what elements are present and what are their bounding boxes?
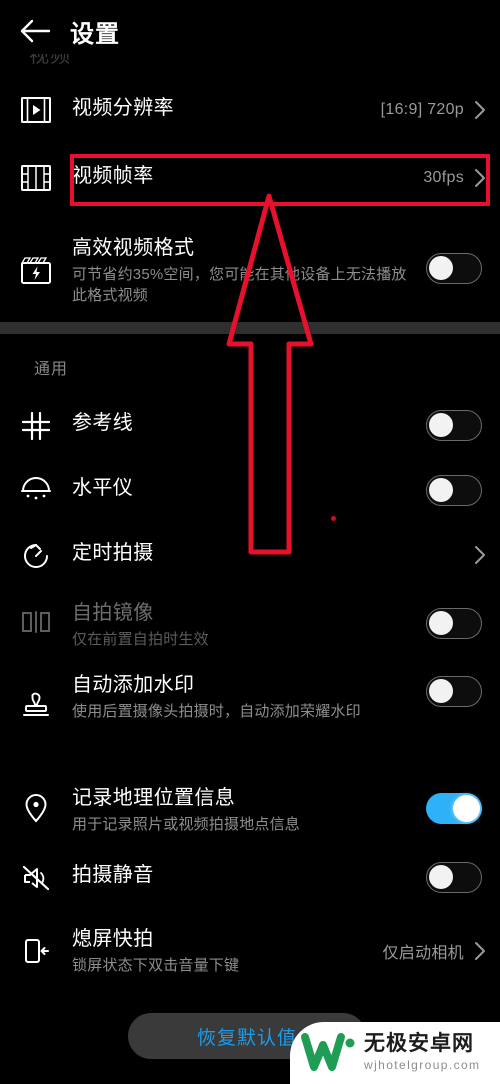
row-value: 30fps <box>423 169 464 186</box>
toggle-level-meter[interactable] <box>426 475 482 506</box>
row-subtitle: 可节省约35%空间，您可能在其他设备上无法播放此格式视频 <box>72 266 407 304</box>
row-right[interactable] <box>426 410 500 441</box>
stamp-icon <box>0 672 72 720</box>
row-record-geolocation[interactable]: 记录地理位置信息 用于记录照片或视频拍摄地点信息 <box>0 785 500 835</box>
row-body: 自拍镜像 仅在前置自拍时生效 <box>72 600 426 650</box>
back-arrow-icon <box>18 16 52 46</box>
row-level-meter[interactable]: 水平仪 <box>0 475 500 506</box>
grid-lines-icon <box>0 410 72 440</box>
watermark-domain: wjhotelgroup.com <box>364 1058 481 1072</box>
camera-settings-screen: 设置 视频 视频分辨率 [16:9] 720p 视频帧率 30fps 高效视频格… <box>0 0 500 1084</box>
watermark-text: 无极安卓网 wjhotelgroup.com <box>364 1032 500 1074</box>
page-title: 设置 <box>70 20 120 48</box>
toggle-guidelines[interactable] <box>426 410 482 441</box>
row-title: 自拍镜像 <box>72 602 154 624</box>
row-body: 高效视频格式 可节省约35%空间，您可能在其他设备上无法播放此格式视频 <box>72 235 426 306</box>
section-divider <box>0 322 500 334</box>
chevron-right-icon <box>474 941 486 961</box>
film-grid-icon <box>0 163 72 191</box>
watermark-brand: 无极安卓网 <box>364 1032 474 1055</box>
row-body: 熄屏快拍 锁屏状态下双击音量下键 <box>72 926 382 976</box>
annotation-dot <box>331 516 336 521</box>
section-label-video-clipped: 视频 <box>29 54 71 67</box>
row-body: 定时拍摄 <box>72 540 464 566</box>
row-body: 自动添加水印 使用后置摄像头拍摄时，自动添加荣耀水印 <box>72 672 426 722</box>
row-subtitle: 使用后置摄像头拍摄时，自动添加荣耀水印 <box>72 703 361 720</box>
row-body: 拍摄静音 <box>72 862 426 888</box>
row-title: 水平仪 <box>72 477 134 499</box>
app-bar: 设置 <box>0 0 500 62</box>
row-selfie-mirror[interactable]: 自拍镜像 仅在前置自拍时生效 <box>0 600 500 650</box>
row-subtitle: 锁屏状态下双击音量下键 <box>72 957 240 974</box>
row-body: 水平仪 <box>72 475 426 501</box>
row-right[interactable]: 仅启动相机 <box>382 926 500 966</box>
phone-quickshot-icon <box>0 926 72 966</box>
row-subtitle: 仅在前置自拍时生效 <box>72 631 209 648</box>
row-title: 视频帧率 <box>72 165 154 187</box>
section-label-general: 通用 <box>34 361 69 378</box>
row-right[interactable] <box>426 235 500 284</box>
level-meter-icon <box>0 475 72 503</box>
chevron-right-icon <box>474 545 486 565</box>
back-button[interactable] <box>6 0 64 62</box>
film-play-icon <box>0 95 72 123</box>
row-guidelines[interactable]: 参考线 <box>0 410 500 441</box>
mirror-icon <box>0 600 72 634</box>
row-right[interactable] <box>426 785 500 824</box>
row-body: 视频帧率 <box>72 163 423 189</box>
row-right[interactable] <box>426 672 500 707</box>
row-right[interactable] <box>426 862 500 893</box>
row-body: 视频分辨率 <box>72 95 381 121</box>
row-right[interactable]: 30fps <box>423 163 500 193</box>
w-logo-icon <box>300 1031 358 1075</box>
row-subtitle: 用于记录照片或视频拍摄地点信息 <box>72 816 301 833</box>
row-title: 熄屏快拍 <box>72 928 154 950</box>
row-efficient-video-format[interactable]: 高效视频格式 可节省约35%空间，您可能在其他设备上无法播放此格式视频 <box>0 235 500 306</box>
row-title: 记录地理位置信息 <box>72 787 236 809</box>
clapper-bolt-icon <box>0 235 72 284</box>
toggle-record-geolocation[interactable] <box>426 793 482 824</box>
toggle-efficient-video-format[interactable] <box>426 253 482 284</box>
row-title: 定时拍摄 <box>72 542 154 564</box>
row-value: [16:9] 720p <box>380 101 464 118</box>
row-screen-off-quickshot[interactable]: 熄屏快拍 锁屏状态下双击音量下键 仅启动相机 <box>0 926 500 976</box>
site-watermark: 无极安卓网 wjhotelgroup.com <box>290 1022 500 1084</box>
row-title: 视频分辨率 <box>72 97 174 119</box>
row-title: 拍摄静音 <box>72 864 154 886</box>
restore-defaults-label: 恢复默认值 <box>196 1027 297 1049</box>
row-right[interactable]: [16:9] 720p <box>381 95 500 125</box>
row-right[interactable] <box>464 540 500 570</box>
chevron-right-icon <box>474 168 486 188</box>
row-title: 自动添加水印 <box>72 674 195 696</box>
row-title: 高效视频格式 <box>72 237 195 259</box>
chevron-right-icon <box>474 100 486 120</box>
row-right[interactable] <box>426 475 500 506</box>
row-value: 仅启动相机 <box>382 945 464 962</box>
row-silent-capture[interactable]: 拍摄静音 <box>0 862 500 893</box>
timer-icon <box>0 540 72 570</box>
row-video-framerate[interactable]: 视频帧率 30fps <box>0 163 500 193</box>
row-title: 参考线 <box>72 412 134 434</box>
row-body: 记录地理位置信息 用于记录照片或视频拍摄地点信息 <box>72 785 426 835</box>
toggle-auto-watermark[interactable] <box>426 676 482 707</box>
toggle-silent-capture[interactable] <box>426 862 482 893</box>
row-video-resolution[interactable]: 视频分辨率 [16:9] 720p <box>0 95 500 125</box>
row-auto-watermark[interactable]: 自动添加水印 使用后置摄像头拍摄时，自动添加荣耀水印 <box>0 672 500 722</box>
mute-speaker-icon <box>0 862 72 892</box>
location-pin-icon <box>0 785 72 823</box>
row-body: 参考线 <box>72 410 426 436</box>
toggle-selfie-mirror[interactable] <box>426 608 482 639</box>
row-timer-shot[interactable]: 定时拍摄 <box>0 540 500 570</box>
row-right[interactable] <box>426 600 500 639</box>
